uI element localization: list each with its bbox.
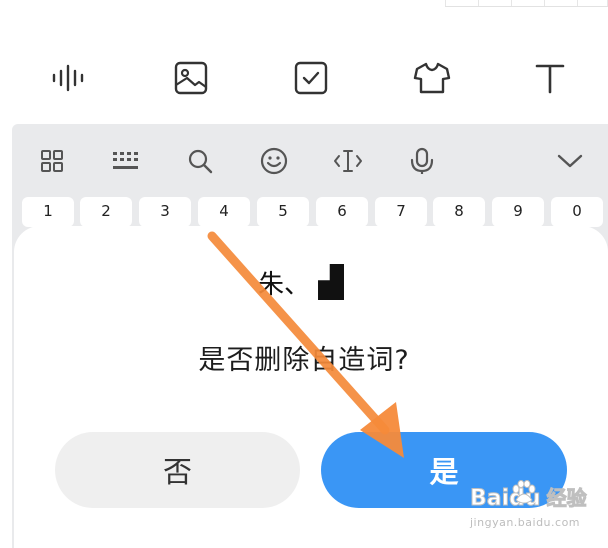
custom-word-text: 朱、: [258, 269, 311, 300]
number-key-3[interactable]: 3: [139, 197, 191, 227]
number-key-4[interactable]: 4: [198, 197, 250, 227]
number-key-7[interactable]: 7: [375, 197, 427, 227]
number-key-6[interactable]: 6: [316, 197, 368, 227]
voice-wave-icon[interactable]: [42, 50, 98, 106]
redaction-block: [318, 264, 345, 300]
tshirt-icon[interactable]: [404, 50, 460, 106]
number-key-1[interactable]: 1: [22, 197, 74, 227]
microphone-icon[interactable]: [400, 138, 444, 184]
number-key-8[interactable]: 8: [433, 197, 485, 227]
number-key-2[interactable]: 2: [80, 197, 132, 227]
dialog-question: 是否删除自造词?: [198, 345, 410, 376]
image-icon[interactable]: [163, 50, 219, 106]
grid-icon[interactable]: [30, 138, 74, 184]
keyboard-icon[interactable]: [104, 138, 148, 184]
no-button[interactable]: 否: [55, 432, 300, 508]
text-icon[interactable]: [522, 50, 578, 106]
baidu-paw-icon: [512, 480, 536, 504]
cursor-icon[interactable]: [326, 138, 370, 184]
number-key-5[interactable]: 5: [257, 197, 309, 227]
custom-word-preview: 朱、: [258, 262, 345, 302]
checkbox-icon[interactable]: [283, 50, 339, 106]
emoji-icon[interactable]: [252, 138, 296, 184]
chevron-down-icon[interactable]: [548, 138, 592, 184]
keyboard-function-row: [12, 138, 608, 184]
baidu-watermark: Baidu 经验 jingyan.baidu.com: [470, 480, 590, 542]
number-key-0[interactable]: 0: [551, 197, 603, 227]
watermark-url: jingyan.baidu.com: [470, 516, 581, 529]
search-icon[interactable]: [178, 138, 222, 184]
top-grid-decoration: [445, 0, 608, 7]
number-key-9[interactable]: 9: [492, 197, 544, 227]
input-toolbar: [0, 50, 608, 106]
number-key-row: 1 2 3 4 5 6 7 8 9 0: [12, 197, 608, 227]
watermark-brand-cn: 经验: [546, 486, 587, 511]
